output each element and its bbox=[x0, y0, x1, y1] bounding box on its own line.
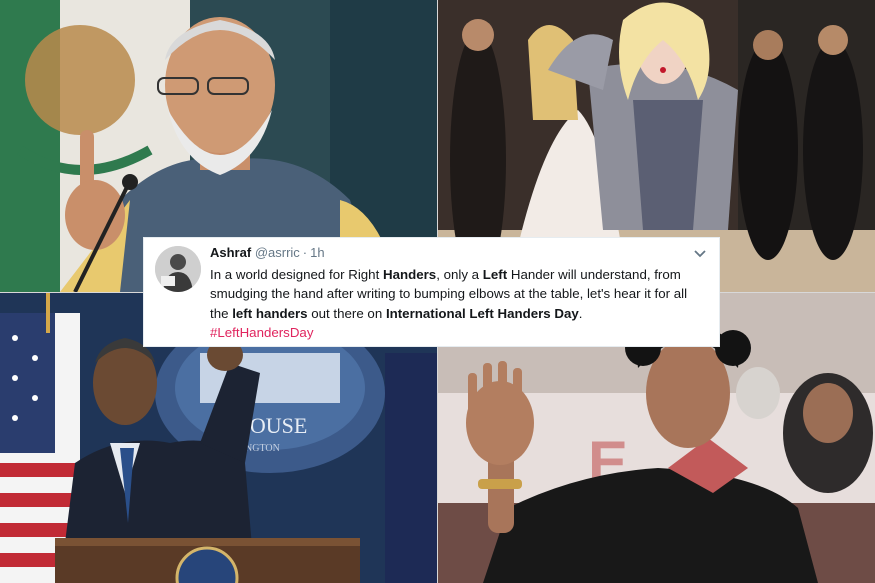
tweet-author-handle[interactable]: @asrric bbox=[255, 245, 300, 260]
tweet-timestamp[interactable]: 1h bbox=[310, 245, 324, 260]
tweet-plain-text: out there on bbox=[307, 305, 386, 321]
tweet-bold-text: left handers bbox=[232, 305, 308, 321]
tweet-separator: · bbox=[302, 245, 308, 260]
chevron-down-icon[interactable] bbox=[693, 246, 707, 260]
tweet-text-content: In a world designed for Right Handers, o… bbox=[210, 267, 687, 321]
tweet-plain-text: . bbox=[578, 305, 583, 321]
tweet-bold-text: Handers bbox=[382, 267, 437, 282]
tweet-card[interactable]: Ashraf @asrric · 1h In a world designed fo… bbox=[143, 237, 720, 347]
tweet-author-name[interactable]: Ashraf bbox=[210, 245, 251, 260]
white-house-sign-subtext: NGTON bbox=[245, 443, 280, 454]
tweet-text: In a world designed for Right Handers, o… bbox=[210, 265, 705, 343]
tweet-hashtag-link[interactable]: #LeftHandersDay bbox=[210, 325, 313, 340]
tweet-bold-text: International Left Handers Day bbox=[385, 305, 579, 321]
tweet-header: Ashraf @asrric · 1h bbox=[210, 245, 705, 261]
tweet-bold-text: Left bbox=[482, 267, 508, 282]
tweet-plain-text: In a world designed for Right bbox=[210, 267, 383, 282]
user-avatar-icon[interactable] bbox=[155, 246, 201, 292]
tweet-plain-text: , only a bbox=[436, 267, 483, 282]
